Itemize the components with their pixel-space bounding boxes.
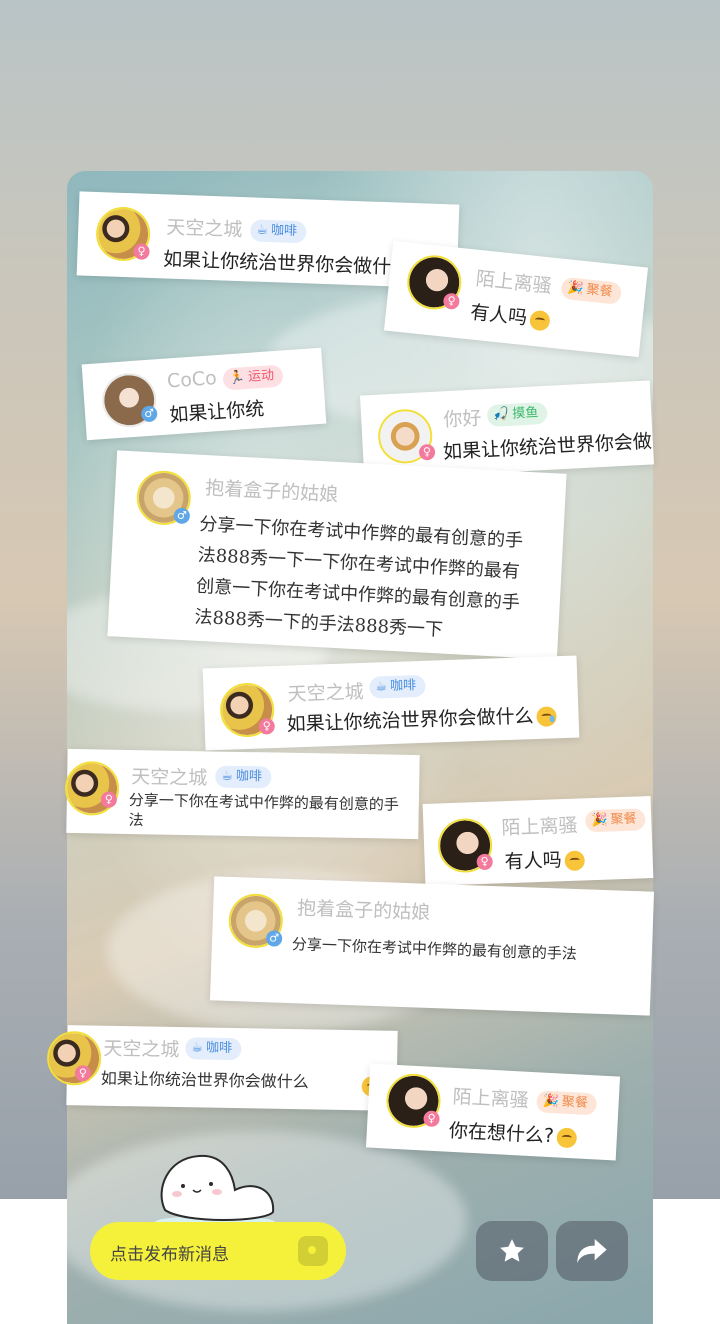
message-card[interactable]: ♂ 抱着盒子的姑娘 分享一下你在考试中作弊的最有创意的手法888秀一下一下你在考…: [107, 450, 567, 660]
female-icon: ♀: [100, 791, 118, 808]
publish-placeholder: 点击发布新消息: [110, 1245, 229, 1265]
user-name: 天空之城: [287, 680, 364, 706]
message-card[interactable]: ♀ 陌上离骚 🎉聚餐 有人吗: [422, 796, 654, 886]
share-button[interactable]: [556, 1221, 628, 1281]
female-icon: ♀: [418, 443, 436, 461]
activity-tag: 🎉聚餐: [536, 1090, 598, 1116]
message-card[interactable]: ♀ 天空之城 ☕ 咖啡 分享一下你在考试中作弊的最有创意的手法: [64, 748, 420, 840]
user-name: 陌上离骚: [452, 1085, 530, 1112]
female-icon: ♀: [423, 1110, 440, 1128]
user-name: 陌上离骚: [501, 814, 578, 840]
user-name: 天空之城: [131, 766, 208, 790]
user-name: CoCo: [166, 367, 218, 393]
male-icon: ♂: [173, 507, 191, 525]
user-name: 陌上离骚: [474, 267, 553, 298]
message-text: 分享一下你在考试中作弊的最有创意的手法888秀一下一下你在考试中作弊的最有创意一…: [194, 513, 524, 641]
smirk-emoji-icon: [564, 849, 586, 871]
activity-tag: ☕ 咖啡: [369, 674, 426, 699]
coffee-icon: ☕: [191, 1040, 204, 1056]
activity-tag: ☕ 咖啡: [185, 1037, 242, 1061]
bunny-mascot-icon: [155, 1154, 275, 1228]
user-name: 抱着盒子的姑娘: [204, 477, 339, 506]
avatar[interactable]: [46, 1030, 102, 1086]
message-content: 你在想什么?: [448, 1119, 555, 1148]
activity-tag: 🎣 摸鱼: [486, 401, 548, 427]
smirk-emoji-icon: [556, 1126, 578, 1148]
tag-label: 运动: [247, 368, 275, 385]
party-icon: 🎉: [591, 812, 608, 829]
message-text: 如果让你统治世界你会做: [442, 430, 653, 464]
activity-tag: 🏃 运动: [222, 364, 284, 391]
user-name: 天空之城: [165, 216, 243, 242]
ghost-icon: [298, 1236, 328, 1266]
tag-label: 聚餐: [561, 1094, 589, 1111]
party-icon: 🎉: [566, 280, 585, 297]
message-text: 有人吗: [469, 297, 551, 332]
message-content: 有人吗: [469, 301, 529, 330]
message-card[interactable]: ♂ 抱着盒子的姑娘 分享一下你在考试中作弊的最有创意的手法: [209, 876, 655, 1016]
smirk-emoji-icon: [528, 309, 551, 332]
female-icon: ♀: [258, 718, 276, 735]
party-icon: 🎉: [542, 1093, 560, 1110]
user-name: 抱着盒子的姑娘: [296, 897, 431, 924]
user-name: 你好: [442, 407, 482, 432]
message-text: 如果让你统治世界你会做什么: [100, 1068, 309, 1092]
crying-emoji-icon: [536, 705, 557, 727]
message-content: 如果让你统治世界你会做什么: [286, 705, 534, 736]
message-text: 如果让你统治世界你会做什: [162, 248, 392, 279]
message-card[interactable]: ♀ 天空之城 ☕ 咖啡 如果让你统治世界你会做什么: [202, 655, 580, 751]
female-icon: ♀: [442, 292, 461, 311]
coffee-icon: ☕: [221, 768, 234, 784]
running-icon: 🏃: [228, 370, 246, 387]
message-text: 如果让你统: [168, 397, 265, 427]
message-content: 有人吗: [504, 849, 563, 874]
favorite-button[interactable]: [476, 1221, 548, 1281]
message-text: 你在想什么?: [448, 1116, 578, 1150]
star-icon: [500, 1239, 524, 1262]
activity-tag: 🎉聚餐: [560, 276, 623, 305]
activity-tag: ☕ 咖啡: [215, 765, 272, 789]
coffee-icon: ☕: [256, 222, 269, 238]
message-card[interactable]: ♀ 陌上离骚 🎉 聚餐 你在想什么?: [365, 1063, 621, 1161]
female-icon: ♀: [133, 243, 150, 260]
user-name: 天空之城: [103, 1037, 180, 1062]
tag-label: 咖啡: [389, 678, 417, 695]
tag-label: 咖啡: [205, 1040, 233, 1056]
message-card[interactable]: ♀ 天空之城 ☕ 咖啡 如果让你统治世界你会做什么: [46, 1025, 398, 1111]
activity-tag: ☕ 咖啡: [249, 219, 307, 244]
message-text: 有人吗: [504, 844, 586, 874]
coffee-icon: ☕: [375, 679, 388, 695]
male-icon: ♂: [140, 405, 158, 423]
activity-tag: 🎉聚餐: [584, 808, 646, 833]
tag-label: 咖啡: [270, 223, 298, 240]
message-text: 分享一下你在考试中作弊的最有创意的手法: [128, 791, 400, 830]
tag-label: 聚餐: [610, 811, 637, 828]
tag-label: 聚餐: [585, 282, 614, 301]
publish-message-button[interactable]: 点击发布新消息: [90, 1222, 346, 1280]
fishing-icon: 🎣: [492, 406, 510, 423]
female-icon: ♀: [476, 853, 493, 871]
share-icon: [577, 1239, 607, 1263]
avatar[interactable]: [64, 760, 120, 816]
male-icon: ♂: [265, 930, 283, 947]
message-text: 如果让你统治世界你会做什么: [286, 700, 557, 736]
message-text: 分享一下你在考试中作弊的最有创意的手法: [291, 935, 578, 964]
tag-label: 摸鱼: [511, 405, 539, 422]
tag-label: 咖啡: [235, 768, 263, 785]
